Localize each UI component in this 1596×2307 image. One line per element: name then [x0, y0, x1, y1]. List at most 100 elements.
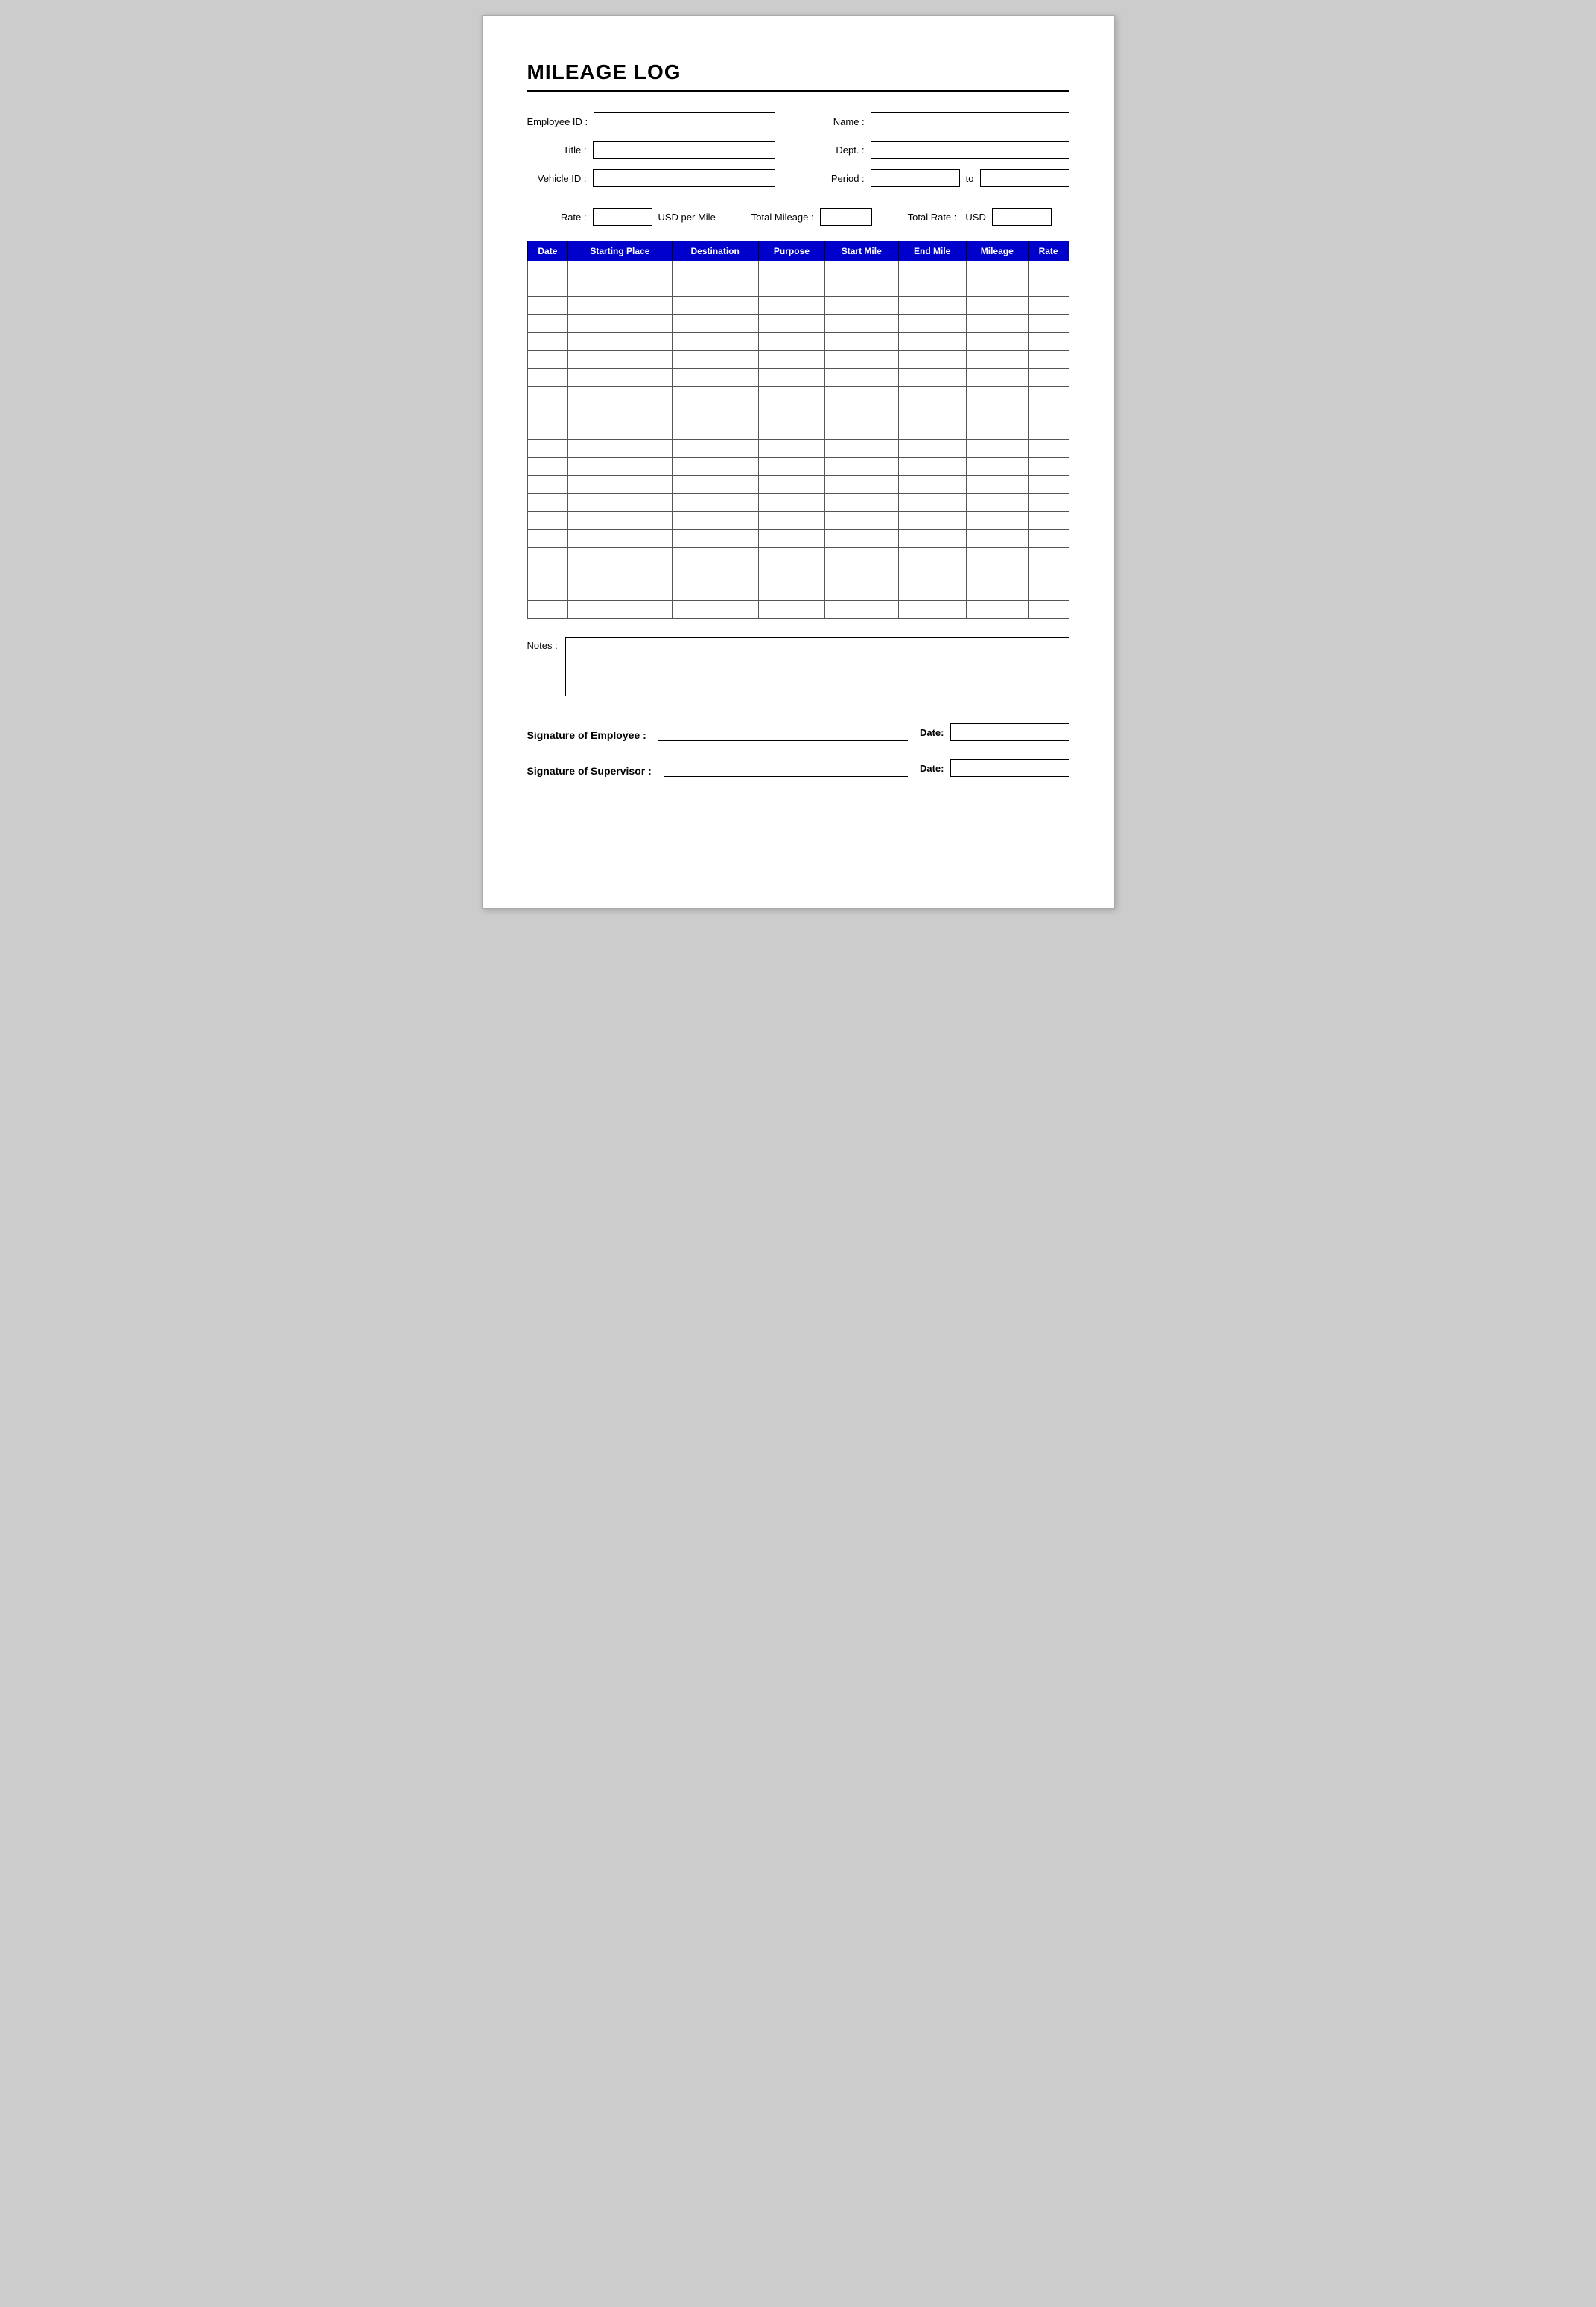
table-cell — [672, 351, 758, 369]
table-cell — [824, 476, 898, 494]
table-cell — [527, 476, 568, 494]
table-cell — [898, 565, 966, 583]
table-cell — [758, 476, 824, 494]
col-rate: Rate — [1028, 241, 1069, 261]
name-label: Name : — [805, 116, 865, 127]
table-cell — [568, 333, 672, 351]
table-cell — [758, 279, 824, 297]
table-cell — [824, 512, 898, 530]
table-row — [527, 476, 1069, 494]
table-cell — [672, 369, 758, 387]
signature-section: Signature of Employee : Date: Signature … — [527, 723, 1069, 777]
rate-input[interactable] — [593, 208, 652, 226]
table-cell — [758, 315, 824, 333]
supervisor-date-group: Date: — [920, 759, 1069, 777]
table-cell — [898, 476, 966, 494]
table-cell — [1028, 494, 1069, 512]
notes-label: Notes : — [527, 640, 558, 651]
title-input[interactable] — [593, 141, 775, 159]
employee-date-group: Date: — [920, 723, 1069, 741]
table-cell — [527, 369, 568, 387]
table-cell — [966, 512, 1028, 530]
col-mileage: Mileage — [966, 241, 1028, 261]
table-cell — [966, 422, 1028, 440]
table-cell — [568, 315, 672, 333]
table-cell — [527, 315, 568, 333]
employee-id-input[interactable] — [594, 112, 775, 130]
table-row — [527, 333, 1069, 351]
table-cell — [758, 440, 824, 458]
table-cell — [898, 369, 966, 387]
table-cell — [966, 494, 1028, 512]
table-cell — [758, 601, 824, 619]
table-cell — [758, 458, 824, 476]
table-cell — [672, 422, 758, 440]
table-row — [527, 548, 1069, 565]
supervisor-date-label: Date: — [920, 763, 944, 774]
name-input[interactable] — [871, 112, 1069, 130]
table-cell — [966, 548, 1028, 565]
table-row — [527, 351, 1069, 369]
table-row — [527, 440, 1069, 458]
table-cell — [527, 387, 568, 404]
table-cell — [758, 369, 824, 387]
total-rate-label: Total Rate : — [908, 212, 957, 223]
dept-row: Dept. : — [805, 141, 1069, 159]
dept-label: Dept. : — [805, 145, 865, 156]
total-rate-input[interactable] — [992, 208, 1052, 226]
table-cell — [568, 601, 672, 619]
mileage-table: Date Starting Place Destination Purpose … — [527, 241, 1069, 619]
table-cell — [527, 333, 568, 351]
table-cell — [1028, 387, 1069, 404]
notes-textarea[interactable] — [565, 637, 1069, 696]
supervisor-date-input[interactable] — [950, 759, 1069, 777]
dept-input[interactable] — [871, 141, 1069, 159]
table-cell — [966, 440, 1028, 458]
table-cell — [672, 512, 758, 530]
period-start-input[interactable] — [871, 169, 960, 187]
table-cell — [527, 351, 568, 369]
employee-date-input[interactable] — [950, 723, 1069, 741]
total-mileage-input[interactable] — [820, 208, 872, 226]
title-row: Title : — [527, 141, 775, 159]
table-cell — [527, 422, 568, 440]
table-cell — [672, 387, 758, 404]
table-cell — [527, 458, 568, 476]
table-cell — [568, 476, 672, 494]
table-row — [527, 404, 1069, 422]
vehicle-id-input[interactable] — [593, 169, 775, 187]
employee-date-label: Date: — [920, 727, 944, 738]
title-divider — [527, 90, 1069, 92]
table-cell — [898, 279, 966, 297]
table-cell — [758, 512, 824, 530]
table-cell — [527, 440, 568, 458]
table-cell — [824, 494, 898, 512]
col-start-mile: Start Mile — [824, 241, 898, 261]
usd-per-mile-label: USD per Mile — [658, 212, 716, 223]
table-cell — [758, 494, 824, 512]
table-cell — [966, 369, 1028, 387]
table-cell — [898, 458, 966, 476]
table-cell — [1028, 261, 1069, 279]
form-section: Employee ID : Name : Title : Dept. : Veh… — [527, 112, 1069, 187]
table-cell — [966, 297, 1028, 315]
table-cell — [758, 548, 824, 565]
table-cell — [898, 583, 966, 601]
table-cell — [568, 494, 672, 512]
table-cell — [568, 583, 672, 601]
table-cell — [966, 601, 1028, 619]
period-to-text: to — [966, 173, 974, 184]
table-cell — [1028, 369, 1069, 387]
period-end-input[interactable] — [980, 169, 1069, 187]
table-cell — [758, 297, 824, 315]
table-row — [527, 261, 1069, 279]
table-cell — [898, 601, 966, 619]
col-purpose: Purpose — [758, 241, 824, 261]
table-cell — [966, 279, 1028, 297]
table-cell — [898, 440, 966, 458]
table-row — [527, 279, 1069, 297]
table-row — [527, 458, 1069, 476]
table-cell — [527, 601, 568, 619]
table-cell — [824, 279, 898, 297]
table-cell — [672, 601, 758, 619]
